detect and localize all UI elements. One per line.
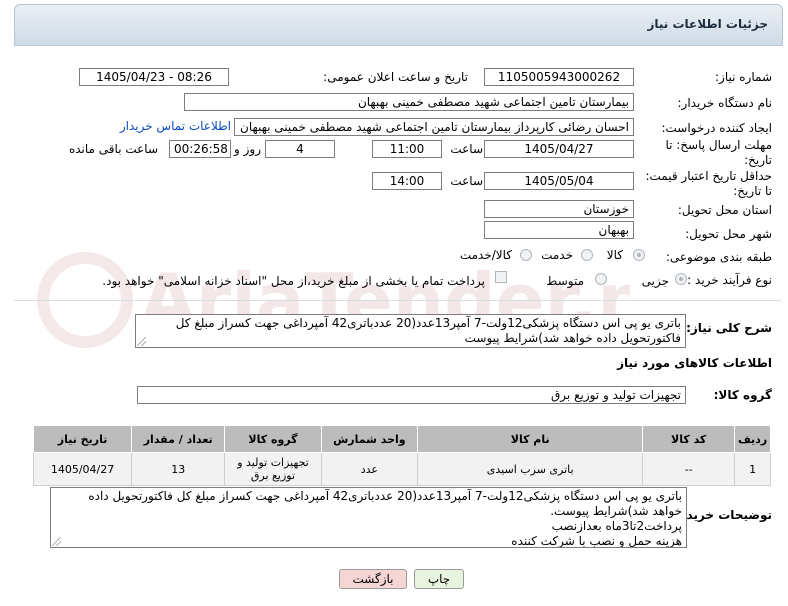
deadline-time-label: ساعت bbox=[450, 142, 483, 156]
price-date-field[interactable]: 1405/05/04 bbox=[484, 172, 634, 190]
col-header-qty: تعداد / مقدار bbox=[131, 425, 226, 453]
col-header-unit: واحد شمارش bbox=[320, 425, 419, 453]
category-label: طبقه بندی موضوعی: bbox=[665, 250, 772, 264]
buyer-contact-link[interactable]: اطلاعات تماس خریدار bbox=[120, 119, 231, 133]
cell-qty: 13 bbox=[131, 452, 226, 486]
section-divider bbox=[14, 300, 781, 301]
category-option-goods-service: کالا/خدمت bbox=[459, 248, 512, 262]
treasury-payment-note: پرداخت تمام یا بخشی از مبلغ خرید،از محل … bbox=[102, 274, 485, 288]
city-label: شهر محل تحویل: bbox=[685, 227, 772, 241]
deadline-label: مهلت ارسال پاسخ: تا bbox=[665, 138, 772, 152]
deadline-label-date: تاریخ: bbox=[744, 153, 772, 167]
category-option-service: خدمت bbox=[541, 248, 573, 262]
category-option-goods: کالا bbox=[606, 248, 623, 262]
treasury-payment-checkbox[interactable] bbox=[495, 271, 507, 283]
announce-date-field[interactable]: 1405/04/23 - 08:26 bbox=[79, 68, 229, 86]
remaining-time-label: ساعت باقی مانده bbox=[68, 142, 158, 156]
goods-section-title: اطلاعات کالاهای مورد نیاز bbox=[617, 356, 772, 370]
deadline-date-field[interactable]: 1405/04/27 bbox=[484, 140, 634, 158]
price-validity-label: حداقل تاریخ اعتبار قیمت: bbox=[645, 169, 772, 183]
buyer-org-field[interactable]: بیمارستان تامین اجتماعی شهید مصطفی خمینی… bbox=[184, 93, 634, 111]
cell-row-number: 1 bbox=[734, 452, 771, 486]
table-row[interactable]: 1 -- باتری سرب اسیدی عدد تجهیزات تولید و… bbox=[32, 452, 771, 486]
province-label: استان محل تحویل: bbox=[677, 203, 772, 217]
category-radio-service[interactable] bbox=[581, 249, 593, 261]
description-label: شرح کلی نیاز: bbox=[686, 321, 772, 335]
back-button[interactable]: بازگشت bbox=[339, 569, 407, 589]
category-radio-goods[interactable] bbox=[633, 249, 645, 261]
table-header-row: ردیف کد کالا نام کالا واحد شمارش گروه کا… bbox=[32, 425, 771, 453]
buyer-notes-line: پرداخت2تا3ماه بعدازنصب bbox=[551, 519, 682, 533]
requester-label: ایجاد کننده درخواست: bbox=[661, 121, 772, 135]
process-option-minor: جزیی bbox=[641, 274, 669, 288]
print-button[interactable]: چاپ bbox=[414, 569, 464, 589]
goods-group-label: گروه کالا: bbox=[713, 388, 772, 402]
process-radio-medium[interactable] bbox=[595, 273, 607, 285]
category-radio-goods-service[interactable] bbox=[520, 249, 532, 261]
cell-unit: عدد bbox=[320, 452, 419, 486]
price-time-label: ساعت bbox=[450, 174, 483, 188]
need-number-field[interactable]: 1105005943000262 bbox=[484, 68, 634, 86]
goods-group-field[interactable]: تجهیزات تولید و توزیع برق bbox=[137, 386, 686, 404]
price-validity-label-date: تا تاریخ: bbox=[733, 184, 772, 198]
col-header-group: گروه کالا bbox=[224, 425, 322, 453]
buyer-notes-line: هزینه حمل و نصب با شرکت کننده bbox=[511, 534, 682, 548]
remaining-time-field[interactable]: 00:26:58 bbox=[169, 140, 231, 158]
cell-group: تجهیزات تولید و توزیع برق bbox=[224, 452, 322, 486]
deadline-time-field[interactable]: 11:00 bbox=[372, 140, 442, 158]
days-label: روز و bbox=[234, 142, 261, 156]
requester-field[interactable]: احسان رضائی کارپرداز بیمارستان تامین اجت… bbox=[234, 118, 634, 136]
col-header-date: تاریخ نیاز bbox=[32, 425, 133, 453]
buyer-notes-line: باتری یو پی اس دستگاه پزشکی12ولت-7 آمپر1… bbox=[88, 489, 682, 518]
price-time-field[interactable]: 14:00 bbox=[372, 172, 442, 190]
col-header-name: نام کالا bbox=[417, 425, 644, 453]
col-header-row-number: ردیف bbox=[734, 425, 771, 453]
col-header-code: کد کالا bbox=[642, 425, 736, 453]
resize-grip-icon[interactable] bbox=[52, 537, 61, 546]
announce-date-label: تاریخ و ساعت اعلان عمومی: bbox=[323, 70, 468, 84]
cell-name: باتری سرب اسیدی bbox=[417, 452, 644, 486]
province-field[interactable]: خوزستان bbox=[484, 200, 634, 218]
days-field[interactable]: 4 bbox=[265, 140, 335, 158]
cell-date: 1405/04/27 bbox=[32, 452, 133, 486]
process-radio-minor[interactable] bbox=[675, 273, 687, 285]
process-type-label: نوع فرآیند خرید : bbox=[687, 273, 772, 287]
city-field[interactable]: بهبهان bbox=[484, 221, 634, 239]
cell-code: -- bbox=[642, 452, 736, 486]
description-text: باتری یو پی اس دستگاه پزشکی12ولت-7 آمپر1… bbox=[175, 316, 681, 345]
need-number-label: شماره نیاز: bbox=[715, 70, 772, 84]
resize-grip-icon[interactable] bbox=[137, 337, 146, 346]
description-textarea[interactable]: باتری یو پی اس دستگاه پزشکی12ولت-7 آمپر1… bbox=[135, 314, 686, 348]
buyer-notes-textarea[interactable]: باتری یو پی اس دستگاه پزشکی12ولت-7 آمپر1… bbox=[50, 487, 687, 548]
header-panel: جزئیات اطلاعات نیاز bbox=[14, 4, 783, 46]
buyer-org-label: نام دستگاه خریدار: bbox=[677, 96, 773, 110]
process-option-medium: متوسط bbox=[546, 274, 584, 288]
page-title: جزئیات اطلاعات نیاز bbox=[647, 17, 768, 31]
items-table: ردیف کد کالا نام کالا واحد شمارش گروه کا… bbox=[32, 425, 771, 486]
